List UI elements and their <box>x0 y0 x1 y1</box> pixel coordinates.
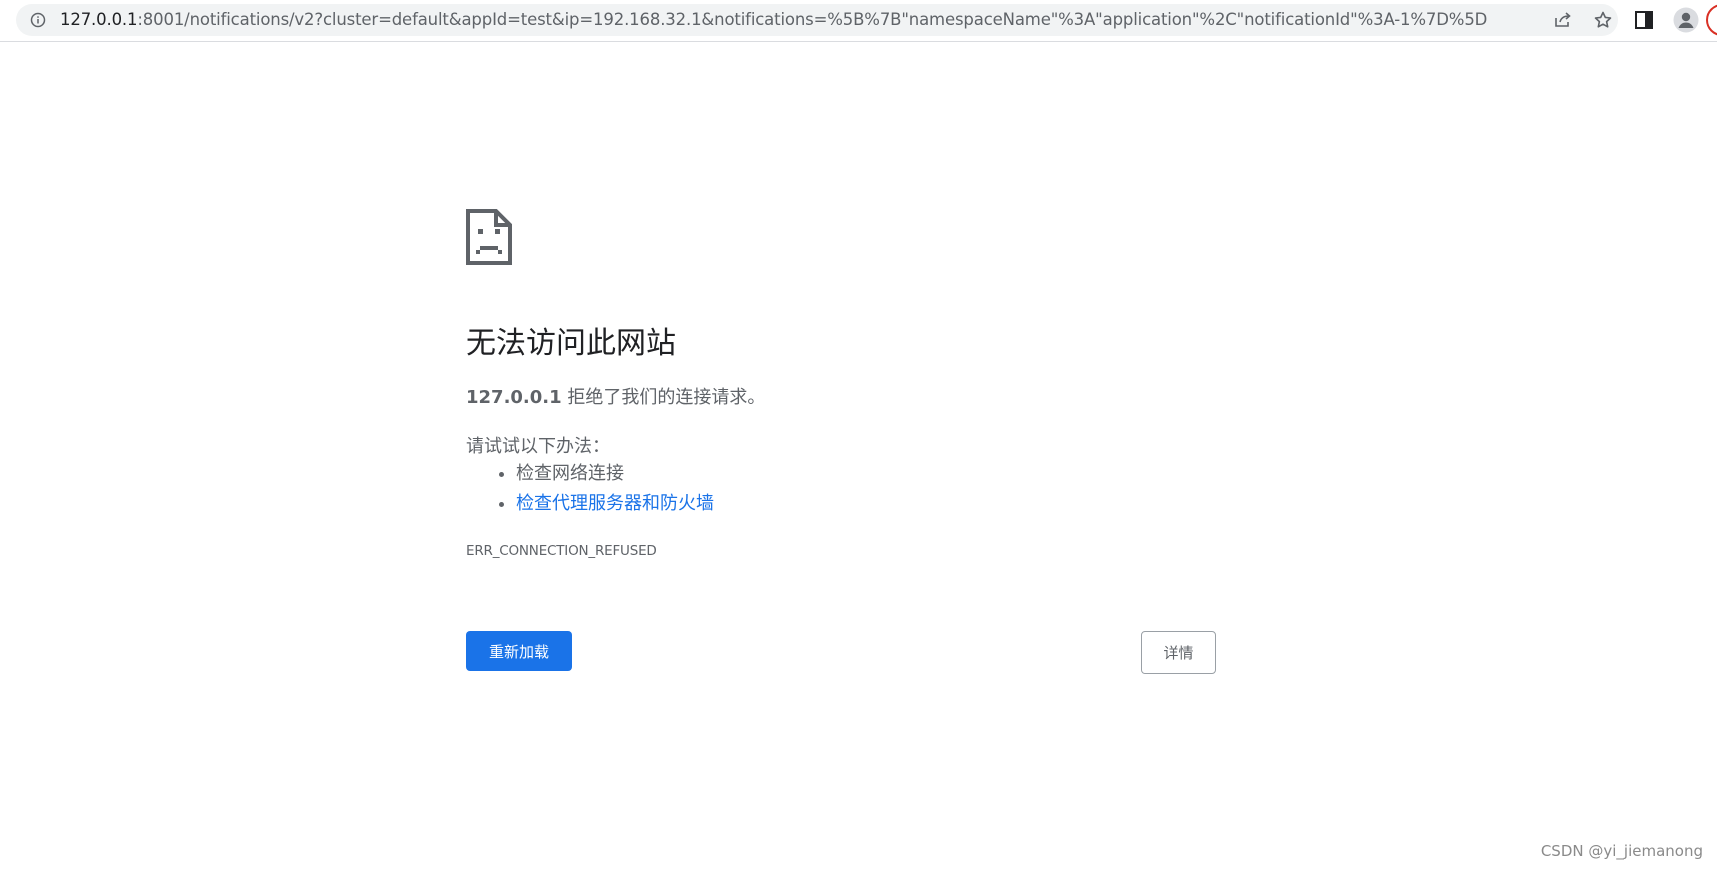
url-path: :8001/notifications/v2?cluster=default&a… <box>137 10 1488 29</box>
extension-badge[interactable] <box>1706 4 1717 36</box>
suggestions-intro: 请试试以下办法： <box>466 436 610 457</box>
side-panel-icon[interactable] <box>1633 9 1655 31</box>
suggestion-check-proxy-link[interactable]: 检查代理服务器和防火墙 <box>516 493 714 514</box>
sad-page-icon <box>466 209 512 265</box>
url-text[interactable]: 127.0.0.1:8001/notifications/v2?cluster=… <box>60 4 1540 36</box>
star-icon[interactable] <box>1593 10 1613 30</box>
error-message-text: 拒绝了我们的连接请求。 <box>561 387 766 408</box>
error-code: ERR_CONNECTION_REFUSED <box>466 543 657 559</box>
suggestions-list: 检查网络连接 检查代理服务器和防火墙 <box>466 459 714 519</box>
url-host: 127.0.0.1 <box>60 10 138 29</box>
error-host: 127.0.0.1 <box>466 387 562 408</box>
suggestion-item: 检查代理服务器和防火墙 <box>516 489 714 519</box>
error-message: 127.0.0.1 拒绝了我们的连接请求。 <box>466 383 765 409</box>
error-title: 无法访问此网站 <box>466 326 676 361</box>
info-icon[interactable] <box>30 12 46 28</box>
browser-toolbar: 127.0.0.1:8001/notifications/v2?cluster=… <box>0 0 1717 42</box>
profile-icon[interactable] <box>1673 7 1699 33</box>
suggestion-item: 检查网络连接 <box>516 459 714 489</box>
share-icon[interactable] <box>1553 10 1573 30</box>
suggestion-check-network: 检查网络连接 <box>516 463 624 484</box>
reload-button[interactable]: 重新加载 <box>466 631 572 671</box>
watermark: CSDN @yi_jiemanong <box>1540 842 1703 860</box>
details-button[interactable]: 详情 <box>1141 631 1216 674</box>
address-bar[interactable]: 127.0.0.1:8001/notifications/v2?cluster=… <box>16 4 1618 36</box>
